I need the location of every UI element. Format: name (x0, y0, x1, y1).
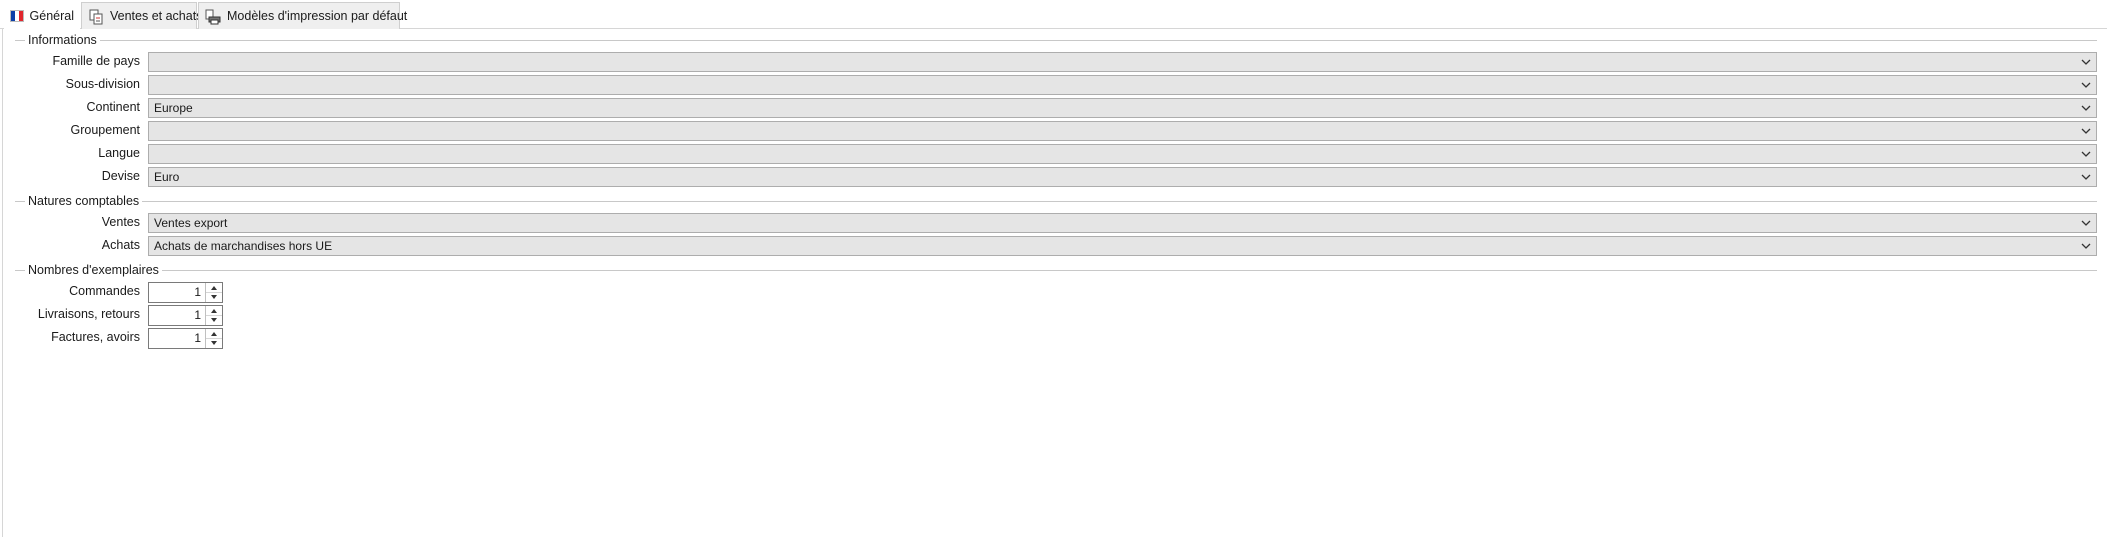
tab-ventes-achats[interactable]: Ventes et achats (81, 2, 202, 29)
decrement-button[interactable] (206, 338, 222, 347)
increment-button[interactable] (206, 329, 222, 338)
tab-content-general: Informations Famille de pays Sous-divisi… (2, 29, 2107, 537)
decrement-button[interactable] (206, 292, 222, 301)
famille-de-pays-label: Famille de pays (52, 54, 140, 68)
section-nombres-exemplaires: Nombres d'exemplaires (15, 262, 2097, 278)
devise-label: Devise (101, 169, 140, 183)
row-continent: Continent Europe (3, 98, 2097, 118)
chevron-down-icon (2081, 105, 2091, 111)
arrow-up-icon (211, 308, 217, 313)
tab-modeles-impression[interactable]: Modèles d'impression par défaut (198, 2, 407, 29)
row-sous-division: Sous-division (3, 75, 2097, 95)
commandes-label: Commandes (69, 284, 140, 298)
section-natures-title: Natures comptables (28, 194, 140, 208)
tab-ventes-achats-label: Ventes et achats (110, 9, 203, 23)
continent-value: Europe (154, 101, 193, 115)
achats-value: Achats de marchandises hors UE (154, 239, 333, 253)
documents-icon (88, 9, 104, 25)
flag-france-icon (10, 10, 24, 22)
commandes-value[interactable]: 1 (149, 285, 204, 299)
livraisons-value[interactable]: 1 (149, 308, 204, 322)
ventes-label: Ventes (101, 215, 140, 229)
stepper-arrows (205, 329, 222, 348)
row-livraisons: Livraisons, retours 1 (3, 305, 2097, 326)
arrow-down-icon (211, 295, 217, 299)
factures-value[interactable]: 1 (149, 331, 204, 345)
chevron-down-icon (2081, 220, 2091, 226)
langue-select[interactable] (148, 144, 2097, 164)
ventes-value: Ventes export (154, 216, 228, 230)
section-natures-comptables: Natures comptables (15, 193, 2097, 209)
commandes-stepper[interactable]: 1 (148, 282, 223, 303)
stepper-arrows (205, 306, 222, 325)
printer-icon (205, 9, 221, 25)
increment-button[interactable] (206, 306, 222, 315)
row-devise: Devise Euro (3, 167, 2097, 187)
row-famille-de-pays: Famille de pays (3, 52, 2097, 72)
langue-label: Langue (98, 146, 140, 160)
row-commandes: Commandes 1 (3, 282, 2097, 303)
row-langue: Langue (3, 144, 2097, 164)
devise-value: Euro (154, 170, 180, 184)
decrement-button[interactable] (206, 315, 222, 324)
continent-label: Continent (86, 100, 140, 114)
chevron-down-icon (2081, 151, 2091, 157)
groupement-label: Groupement (70, 123, 140, 137)
section-informations-title: Informations (28, 33, 97, 47)
achats-select[interactable]: Achats de marchandises hors UE (148, 236, 2097, 256)
livraisons-stepper[interactable]: 1 (148, 305, 223, 326)
section-informations: Informations (15, 32, 2097, 48)
achats-label: Achats (101, 238, 140, 252)
sous-division-select[interactable] (148, 75, 2097, 95)
chevron-down-icon (2081, 82, 2091, 88)
chevron-down-icon (2081, 128, 2091, 134)
arrow-up-icon (211, 331, 217, 336)
arrow-up-icon (211, 285, 217, 290)
arrow-down-icon (211, 318, 217, 322)
row-achats: Achats Achats de marchandises hors UE (3, 236, 2097, 256)
tab-strip: Général Ventes et achats Modèles d'impre… (0, 0, 2107, 30)
row-groupement: Groupement (3, 121, 2097, 141)
chevron-down-icon (2081, 59, 2091, 65)
tab-modeles-impression-label: Modèles d'impression par défaut (227, 9, 408, 23)
factures-label: Factures, avoirs (51, 330, 140, 344)
stepper-arrows (205, 283, 222, 302)
row-ventes: Ventes Ventes export (3, 213, 2097, 233)
ventes-select[interactable]: Ventes export (148, 213, 2097, 233)
livraisons-label: Livraisons, retours (37, 307, 140, 321)
chevron-down-icon (2081, 243, 2091, 249)
section-exemplaires-title: Nombres d'exemplaires (28, 263, 159, 277)
factures-stepper[interactable]: 1 (148, 328, 223, 349)
row-factures: Factures, avoirs 1 (3, 328, 2097, 349)
sous-division-label: Sous-division (65, 77, 140, 91)
famille-de-pays-select[interactable] (148, 52, 2097, 72)
tab-general-label: Général (29, 9, 74, 23)
tab-general[interactable]: Général (4, 2, 80, 30)
chevron-down-icon (2081, 174, 2091, 180)
devise-select[interactable]: Euro (148, 167, 2097, 187)
groupement-select[interactable] (148, 121, 2097, 141)
arrow-down-icon (211, 341, 217, 345)
increment-button[interactable] (206, 283, 222, 292)
continent-select[interactable]: Europe (148, 98, 2097, 118)
